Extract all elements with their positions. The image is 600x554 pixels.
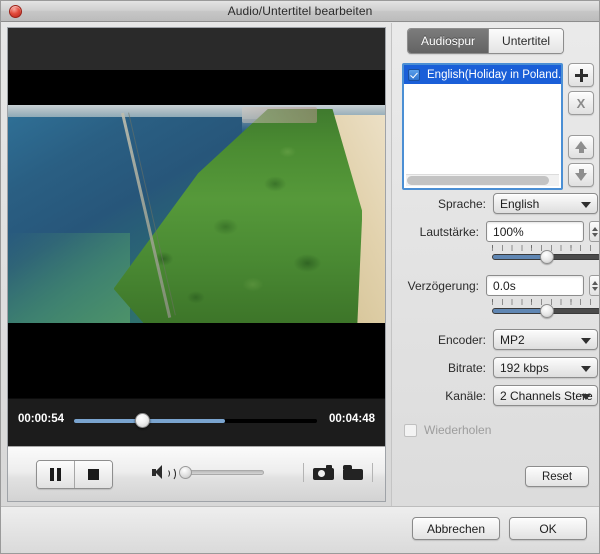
video-stage[interactable] bbox=[8, 28, 385, 398]
encoder-value: MP2 bbox=[500, 332, 525, 347]
verzoegerung-slider[interactable] bbox=[492, 299, 599, 318]
x-icon: X bbox=[576, 95, 586, 111]
scrollbar-thumb[interactable] bbox=[407, 176, 550, 185]
list-horizontal-scrollbar[interactable] bbox=[406, 174, 559, 186]
row-bitrate: Bitrate: 192 kbps bbox=[392, 357, 599, 378]
chevron-down-icon bbox=[581, 394, 591, 400]
label-lautstaerke: Lautstärke: bbox=[419, 224, 480, 239]
label-verzoegerung: Verzögerung: bbox=[407, 278, 480, 293]
encoder-select[interactable]: MP2 bbox=[493, 329, 598, 350]
sprache-value: English bbox=[500, 196, 540, 211]
move-down-button[interactable] bbox=[568, 163, 594, 187]
title-bar: Audio/Untertitel bearbeiten bbox=[1, 1, 599, 22]
plus-icon bbox=[574, 68, 588, 82]
speaker-icon[interactable] bbox=[152, 465, 176, 481]
divider bbox=[372, 463, 373, 482]
letterbox-black-band bbox=[8, 70, 385, 105]
move-up-button[interactable] bbox=[568, 135, 594, 159]
stepper-up-icon[interactable] bbox=[591, 226, 598, 231]
ok-button[interactable]: OK bbox=[509, 517, 587, 540]
label-kanaele: Kanäle: bbox=[445, 388, 486, 403]
player-controls-bar bbox=[8, 446, 385, 501]
dialog-footer: Abbrechen OK bbox=[1, 506, 599, 553]
row-encoder: Encoder: MP2 bbox=[392, 329, 599, 350]
add-track-button[interactable] bbox=[568, 63, 594, 87]
pause-button[interactable] bbox=[37, 461, 74, 488]
kanaele-value: 2 Channels Stere bbox=[500, 388, 593, 403]
slider-fill bbox=[493, 309, 547, 313]
stop-button[interactable] bbox=[74, 461, 112, 488]
settings-panel: Audiospur Untertitel English(Holiday in … bbox=[391, 23, 599, 506]
letterbox-bottom bbox=[8, 323, 385, 398]
lautstaerke-slider[interactable] bbox=[492, 245, 599, 264]
verzoegerung-input[interactable]: 0.0s bbox=[486, 275, 584, 296]
volume-thumb[interactable] bbox=[178, 466, 192, 479]
playback-progress-bar: 00:00:54 00:04:48 bbox=[8, 398, 385, 447]
bitrate-select[interactable]: 192 kbps bbox=[493, 357, 598, 378]
total-time-label: 00:04:48 bbox=[328, 413, 375, 425]
row-sprache: Sprache: English bbox=[392, 193, 599, 214]
stop-icon bbox=[88, 469, 99, 480]
divider bbox=[303, 463, 304, 482]
seek-thumb[interactable] bbox=[135, 413, 151, 428]
chevron-down-icon bbox=[581, 202, 591, 208]
video-frame-image bbox=[8, 105, 385, 323]
reset-button[interactable]: Reset bbox=[525, 466, 589, 487]
sea-shallow-region bbox=[8, 233, 130, 323]
chevron-down-icon bbox=[581, 338, 591, 344]
stepper-down-icon[interactable] bbox=[591, 232, 598, 237]
video-preview-panel: 00:00:54 00:04:48 bbox=[7, 27, 386, 502]
transport-controls bbox=[36, 460, 113, 489]
volume-slider[interactable] bbox=[178, 466, 264, 479]
track-checkbox[interactable] bbox=[408, 68, 420, 81]
tab-untertitel[interactable]: Untertitel bbox=[488, 29, 564, 53]
tab-audiospur[interactable]: Audiospur bbox=[408, 29, 489, 53]
lautstaerke-value: 100% bbox=[493, 224, 524, 239]
label-sprache: Sprache: bbox=[437, 196, 486, 211]
label-encoder: Encoder: bbox=[437, 332, 486, 347]
sprache-select[interactable]: English bbox=[493, 193, 598, 214]
list-item[interactable]: English(Holiday in Poland.flv) bbox=[404, 65, 561, 84]
slider-fill bbox=[493, 255, 547, 259]
kanaele-select[interactable]: 2 Channels Stere bbox=[493, 385, 598, 406]
stepper-down-icon[interactable] bbox=[591, 286, 598, 291]
remove-track-button[interactable]: X bbox=[568, 91, 594, 115]
dialog-window: Audio/Untertitel bearbeiten 00:00:54 00:… bbox=[0, 0, 600, 554]
row-lautstaerke: Lautstärke: 100% bbox=[392, 221, 599, 242]
player-right-icons bbox=[303, 463, 373, 482]
cancel-button[interactable]: Abbrechen bbox=[411, 517, 500, 540]
lautstaerke-stepper[interactable] bbox=[588, 221, 599, 242]
arrow-down-icon bbox=[575, 169, 587, 181]
wiederholen-checkbox[interactable] bbox=[404, 423, 417, 437]
wiederholen-row[interactable]: Wiederholen bbox=[404, 423, 491, 437]
track-list-buttons: X bbox=[568, 63, 594, 191]
wiederholen-label: Wiederholen bbox=[424, 423, 492, 437]
pause-icon bbox=[50, 468, 61, 481]
row-kanaele: Kanäle: 2 Channels Stere bbox=[392, 385, 599, 406]
audio-track-list[interactable]: English(Holiday in Poland.flv) bbox=[402, 63, 563, 190]
panel-tabs: Audiospur Untertitel bbox=[407, 28, 565, 54]
stepper-up-icon[interactable] bbox=[591, 280, 598, 285]
verzoegerung-value: 0.0s bbox=[493, 278, 516, 293]
volume-control bbox=[152, 465, 264, 481]
row-verzoegerung: Verzögerung: 0.0s bbox=[392, 275, 599, 296]
seek-slider[interactable] bbox=[74, 413, 317, 428]
label-bitrate: Bitrate: bbox=[447, 360, 486, 375]
village-cluster bbox=[241, 107, 318, 123]
bitrate-value: 192 kbps bbox=[500, 360, 549, 375]
current-time-label: 00:00:54 bbox=[18, 413, 65, 425]
lautstaerke-input[interactable]: 100% bbox=[486, 221, 584, 242]
window-title: Audio/Untertitel bearbeiten bbox=[227, 4, 373, 18]
slider-thumb[interactable] bbox=[539, 304, 554, 318]
camera-icon[interactable] bbox=[313, 465, 334, 480]
folder-icon[interactable] bbox=[343, 465, 363, 480]
chevron-down-icon bbox=[581, 366, 591, 372]
footer-buttons: Abbrechen OK bbox=[411, 517, 587, 540]
arrow-up-icon bbox=[575, 141, 587, 153]
letterbox-top bbox=[8, 28, 385, 70]
slider-thumb[interactable] bbox=[539, 250, 554, 264]
verzoegerung-stepper[interactable] bbox=[588, 275, 599, 296]
track-label: English(Holiday in Poland.flv) bbox=[427, 68, 561, 81]
